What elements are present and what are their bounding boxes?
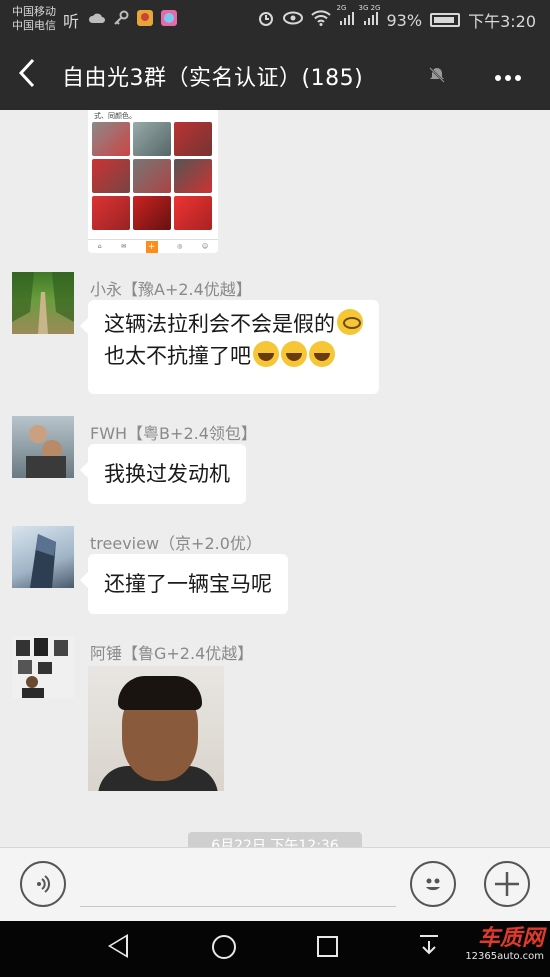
plus-button[interactable]	[484, 861, 530, 907]
car-photo-thumb	[92, 159, 130, 193]
circle-icon: ◎	[177, 243, 183, 250]
sender-name: 阿锤【鲁G+2.4优越】	[90, 644, 254, 663]
sender-name: 小永【豫A+2.4优越】	[90, 280, 252, 299]
ting-icon: 听	[63, 12, 80, 31]
chat-header: 自由光3群（实名认证）(185)	[0, 38, 550, 110]
car-photo-thumb	[92, 196, 130, 230]
watermark-logo: 车质网	[477, 926, 544, 951]
avatar[interactable]	[12, 272, 74, 334]
message-text: 这辆法拉利会不会是假的	[104, 312, 335, 336]
photo-message[interactable]	[88, 666, 224, 791]
input-bar	[0, 847, 550, 921]
car-photo-grid	[92, 122, 212, 230]
screenshot-caption: 式、同颜色。	[94, 112, 136, 120]
emoji-button[interactable]	[410, 861, 456, 907]
car-photo-thumb	[174, 122, 212, 156]
signal-icon-2: 3G 2G	[359, 4, 380, 30]
system-indicators: 2G 3G 2G 93% 下午3:20	[257, 4, 536, 32]
message-bubble[interactable]: 还撞了一辆宝马呢	[80, 554, 288, 614]
chat-area[interactable]: 式、同颜色。 ⌂ ✉ + ◎ ☺ 小永【豫A+2.4优越】 这辆法拉利会不会是假…	[0, 110, 550, 847]
message-text: 也太不抗撞了吧	[104, 344, 251, 368]
voice-input-button[interactable]	[20, 861, 66, 907]
network-type-2: 3G 2G	[358, 4, 381, 12]
carrier-2: 中国电信	[12, 19, 56, 32]
car-photo-thumb	[133, 196, 171, 230]
clock: 下午3:20	[468, 12, 536, 31]
photo-hair	[118, 676, 202, 710]
avatar[interactable]	[12, 526, 74, 588]
message-input-field[interactable]	[80, 906, 396, 907]
nav-home-icon[interactable]	[212, 935, 236, 959]
flushed-face-icon	[337, 309, 363, 335]
shared-screenshot-image[interactable]: 式、同颜色。 ⌂ ✉ + ◎ ☺	[88, 110, 218, 253]
car-photo-thumb	[92, 122, 130, 156]
crying-laughing-face-icon	[253, 341, 279, 367]
message-bubble[interactable]: 我换过发动机	[80, 444, 246, 504]
group-title: 自由光3群（实名认证）(185)	[62, 66, 364, 91]
car-photo-thumb	[133, 122, 171, 156]
message-line: 也太不抗撞了吧	[104, 340, 363, 372]
plus-icon: +	[145, 240, 158, 253]
message-line: 这辆法拉利会不会是假的	[104, 308, 363, 340]
carrier-1: 中国移动	[12, 5, 56, 18]
key-icon	[112, 9, 130, 27]
back-arrow-icon[interactable]	[18, 58, 36, 94]
mail-icon: ✉	[121, 243, 127, 250]
car-photo-thumb	[174, 159, 212, 193]
avatar[interactable]	[12, 416, 74, 478]
message-bubble[interactable]: 这辆法拉利会不会是假的 也太不抗撞了吧	[80, 300, 379, 394]
car-photo-thumb	[174, 196, 212, 230]
crying-laughing-face-icon	[309, 341, 335, 367]
sender-name: treeview（京+2.0优）	[90, 534, 262, 553]
alarm-icon	[257, 9, 275, 31]
system-nav-bar: 车质网 12365auto.com	[0, 921, 550, 977]
nav-recent-apps-icon[interactable]	[317, 936, 338, 957]
nav-down-icon[interactable]	[418, 933, 440, 963]
network-type-1: 2G	[336, 4, 347, 12]
app-icon	[136, 9, 154, 27]
carrier-info: 中国移动 中国电信	[12, 5, 56, 33]
sender-name: FWH【粤B+2.4领包】	[90, 424, 257, 443]
battery-percent: 93%	[386, 10, 423, 30]
muted-bell-icon	[428, 66, 446, 88]
home-icon: ⌂	[97, 243, 102, 250]
crying-laughing-face-icon	[281, 341, 307, 367]
status-bar: 中国移动 中国电信 听 2G 3G 2G 93% 下午3:20	[0, 0, 550, 38]
nav-back-icon[interactable]	[108, 934, 128, 958]
watermark: 车质网 12365auto.com	[465, 927, 544, 963]
eye-icon	[282, 10, 303, 30]
notification-icons	[88, 9, 178, 27]
gallery-icon	[160, 9, 178, 27]
signal-icon-1: 2G	[337, 4, 355, 30]
car-photo-thumb	[133, 159, 171, 193]
more-options-icon[interactable]	[494, 60, 522, 88]
screenshot-nav-bar: ⌂ ✉ + ◎ ☺	[88, 239, 218, 253]
watermark-url: 12365auto.com	[465, 951, 544, 962]
user-icon: ☺	[201, 243, 209, 250]
timestamp-badge: 6月22日 下午12:36	[188, 832, 362, 847]
cloud-icon	[88, 9, 106, 27]
avatar[interactable]	[12, 636, 74, 698]
wifi-icon	[310, 10, 331, 30]
battery-icon	[430, 13, 461, 27]
